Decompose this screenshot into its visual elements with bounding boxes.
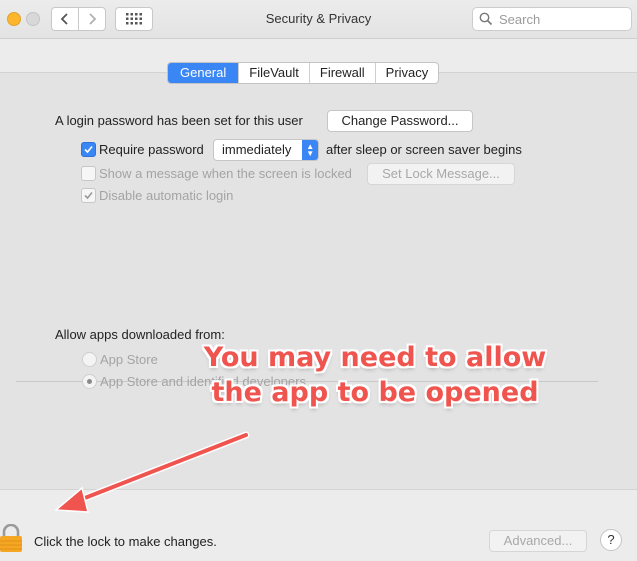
app-store-label: App Store bbox=[100, 352, 158, 367]
app-store-radio[interactable] bbox=[82, 352, 97, 367]
set-lock-message-button[interactable]: Set Lock Message... bbox=[367, 163, 515, 185]
updown-arrows-icon: ▲ ▼ bbox=[302, 140, 318, 160]
require-password-checkbox[interactable] bbox=[81, 142, 96, 157]
annotation-line-1: You may need to allow bbox=[203, 342, 547, 373]
annotation-text: You may need to allow the app to be open… bbox=[200, 340, 550, 410]
after-sleep-label: after sleep or screen saver begins bbox=[326, 142, 522, 157]
help-button[interactable]: ? bbox=[600, 529, 622, 551]
checkmark-icon bbox=[84, 191, 93, 200]
checkmark-icon bbox=[84, 145, 93, 154]
lock-instruction-label: Click the lock to make changes. bbox=[34, 534, 217, 549]
lock-icon[interactable] bbox=[0, 524, 22, 552]
require-password-select[interactable]: immediately ▲ ▼ bbox=[213, 139, 319, 161]
change-password-button[interactable]: Change Password... bbox=[327, 110, 473, 132]
tab-privacy[interactable]: Privacy bbox=[374, 63, 439, 83]
title-bar: Security & Privacy bbox=[0, 0, 637, 39]
tab-general[interactable]: General bbox=[168, 63, 239, 83]
show-message-checkbox[interactable] bbox=[81, 166, 96, 181]
login-password-label: A login password has been set for this u… bbox=[55, 113, 303, 128]
general-panel: A login password has been set for this u… bbox=[0, 72, 637, 490]
tab-filevault[interactable]: FileVault bbox=[238, 63, 309, 83]
disable-auto-login-label: Disable automatic login bbox=[99, 188, 234, 203]
disable-auto-login-checkbox[interactable] bbox=[81, 188, 96, 203]
search-icon bbox=[479, 12, 493, 26]
tab-firewall[interactable]: Firewall bbox=[308, 63, 375, 83]
search-field[interactable] bbox=[472, 7, 632, 31]
search-input[interactable] bbox=[497, 10, 621, 28]
require-password-label: Require password bbox=[99, 142, 204, 157]
tab-bar: General FileVault Firewall Privacy bbox=[167, 62, 440, 84]
identified-developers-radio[interactable] bbox=[82, 374, 97, 389]
advanced-button[interactable]: Advanced... bbox=[489, 530, 587, 552]
annotation-line-2: the app to be opened bbox=[211, 377, 539, 408]
show-message-label: Show a message when the screen is locked bbox=[99, 166, 352, 181]
require-password-select-value: immediately bbox=[222, 142, 292, 157]
